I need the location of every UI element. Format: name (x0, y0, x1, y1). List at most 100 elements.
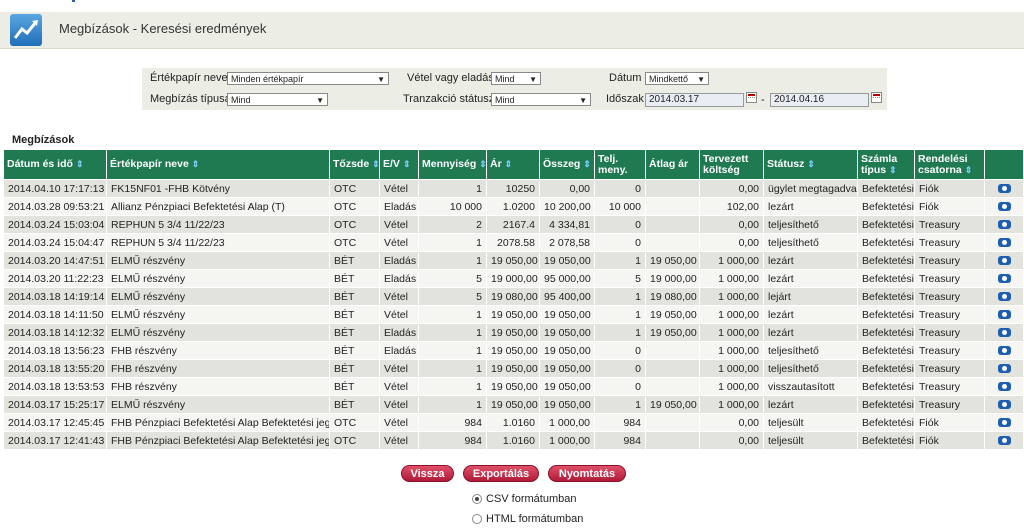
table-cell: 2 (418, 215, 487, 234)
table-cell: 1 (418, 233, 487, 252)
table-cell: OTC (329, 197, 380, 216)
period-to-input[interactable]: 2014.04.16 (770, 93, 869, 107)
chevron-down-icon: ▼ (377, 75, 385, 84)
table-row: 2014.03.18 14:11:50 ELMŰ részvény BÉT Vétel… (3, 305, 1024, 324)
details-icon[interactable] (997, 346, 1011, 356)
col-header[interactable]: Tőzsde ⇕ (329, 149, 380, 180)
html-radio[interactable] (472, 514, 482, 524)
date-select[interactable]: Mindkettő ▼ (645, 72, 709, 85)
sort-icon: ⇕ (372, 159, 380, 169)
tx-status-select[interactable]: Mind ▼ (491, 93, 591, 106)
table-cell: Fiók (914, 413, 985, 432)
details-icon[interactable] (997, 364, 1011, 374)
table-cell (984, 431, 1024, 450)
table-cell: Befektetési (857, 413, 915, 432)
col-header[interactable]: Rendelési csatorna ⇕ (914, 149, 985, 180)
table-cell: 0,00 (699, 215, 764, 234)
table-cell: 1 000,00 (699, 251, 764, 270)
tx-status-label: Tranzakció státusz (403, 93, 495, 105)
table-cell: 19 080,00 (486, 287, 540, 306)
buy-sell-select[interactable]: Mind ▼ (491, 72, 541, 85)
csv-radio[interactable] (472, 494, 482, 504)
table-cell: 2167.4 (486, 215, 540, 234)
table-cell: BÉT (329, 251, 380, 270)
table-cell: 19 050,00 (486, 395, 540, 414)
table-cell (984, 323, 1024, 342)
table-cell: 1 000,00 (539, 413, 595, 432)
col-header[interactable]: E/V ⇕ (379, 149, 419, 180)
table-cell (984, 179, 1024, 198)
details-icon[interactable] (997, 274, 1011, 284)
col-header[interactable]: Mennyiség ⇕ (418, 149, 487, 180)
calendar-icon[interactable] (871, 92, 882, 103)
table-cell: FHB részvény (106, 341, 330, 360)
print-button[interactable]: Nyomtatás (548, 465, 626, 482)
table-cell: 102,00 (699, 197, 764, 216)
details-icon[interactable] (997, 400, 1011, 410)
table-cell: REPHUN 5 3/4 11/22/23 (106, 233, 330, 252)
details-icon[interactable] (997, 328, 1011, 338)
table-cell: 1 000,00 (699, 377, 764, 396)
filter-panel: Értékpapír neve Minden értékpapír ▼ Vétel… (142, 68, 887, 110)
table-cell: OTC (329, 233, 380, 252)
details-icon[interactable] (997, 292, 1011, 302)
security-label: Értékpapír neve (150, 72, 228, 84)
table-cell: 2014.03.18 14:12:32 (3, 323, 107, 342)
calendar-icon[interactable] (746, 92, 757, 103)
table-cell: Treasury (914, 233, 985, 252)
page-header: Megbízások - Keresési eredmények (0, 12, 1024, 49)
table-cell: FHB Pénzpiaci Befektetési Alap Befekteté… (106, 413, 330, 432)
table-cell: 2014.03.18 14:19:14 (3, 287, 107, 306)
table-cell (984, 269, 1024, 288)
order-type-label: Megbízás típusa (150, 93, 231, 105)
details-icon[interactable] (997, 202, 1011, 212)
table-cell: 0 (594, 233, 646, 252)
security-select[interactable]: Minden értékpapír ▼ (227, 72, 389, 85)
table-cell: Treasury (914, 377, 985, 396)
table-cell: 19 050,00 (539, 341, 595, 360)
details-icon[interactable] (997, 184, 1011, 194)
table-row: 2014.03.18 13:53:53 FHB részvény BÉT Vétel 1… (3, 377, 1024, 396)
table-cell: 2014.03.18 13:56:23 (3, 341, 107, 360)
details-icon[interactable] (997, 436, 1011, 446)
table-cell: 10 200,00 (539, 197, 595, 216)
table-cell (645, 179, 700, 198)
table-cell (984, 251, 1024, 270)
details-icon[interactable] (997, 220, 1011, 230)
col-header[interactable]: Státusz ⇕ (763, 149, 858, 180)
details-icon[interactable] (997, 310, 1011, 320)
table-cell (645, 341, 700, 360)
table-cell: BÉT (329, 341, 380, 360)
table-cell (984, 287, 1024, 306)
back-button[interactable]: Vissza (401, 465, 454, 482)
col-header[interactable]: Számla típus ⇕ (857, 149, 915, 180)
table-cell: Befektetési (857, 233, 915, 252)
table-cell: Eladás (379, 197, 419, 216)
details-icon[interactable] (997, 418, 1011, 428)
col-header: Átlag ár (645, 149, 700, 180)
table-cell: 1 000,00 (699, 269, 764, 288)
export-button[interactable]: Exportálás (463, 465, 539, 482)
table-cell: FHB Pénzpiaci Befektetési Alap Befekteté… (106, 431, 330, 450)
order-type-select[interactable]: Mind ▼ (227, 93, 328, 106)
col-header[interactable]: Dátum és idő ⇕ (3, 149, 107, 180)
table-cell: 0,00 (699, 233, 764, 252)
col-header[interactable]: Ár ⇕ (486, 149, 540, 180)
table-cell: Eladás (379, 251, 419, 270)
table-cell: Befektetési (857, 287, 915, 306)
details-icon[interactable] (997, 256, 1011, 266)
details-icon[interactable] (997, 382, 1011, 392)
table-cell: 95 000,00 (539, 269, 595, 288)
details-icon[interactable] (997, 238, 1011, 248)
table-cell: 1 (418, 377, 487, 396)
col-header[interactable]: Értékpapír neve ⇕ (106, 149, 330, 180)
table-cell: lezárt (763, 197, 858, 216)
table-cell (645, 197, 700, 216)
table-cell: 2014.03.18 14:11:50 (3, 305, 107, 324)
table-cell: Treasury (914, 251, 985, 270)
period-from-input[interactable]: 2014.03.17 (645, 93, 744, 107)
table-cell: Vétel (379, 287, 419, 306)
period-separator: - (761, 94, 765, 106)
col-header[interactable]: Összeg ⇕ (539, 149, 595, 180)
table-cell: Befektetési (857, 395, 915, 414)
